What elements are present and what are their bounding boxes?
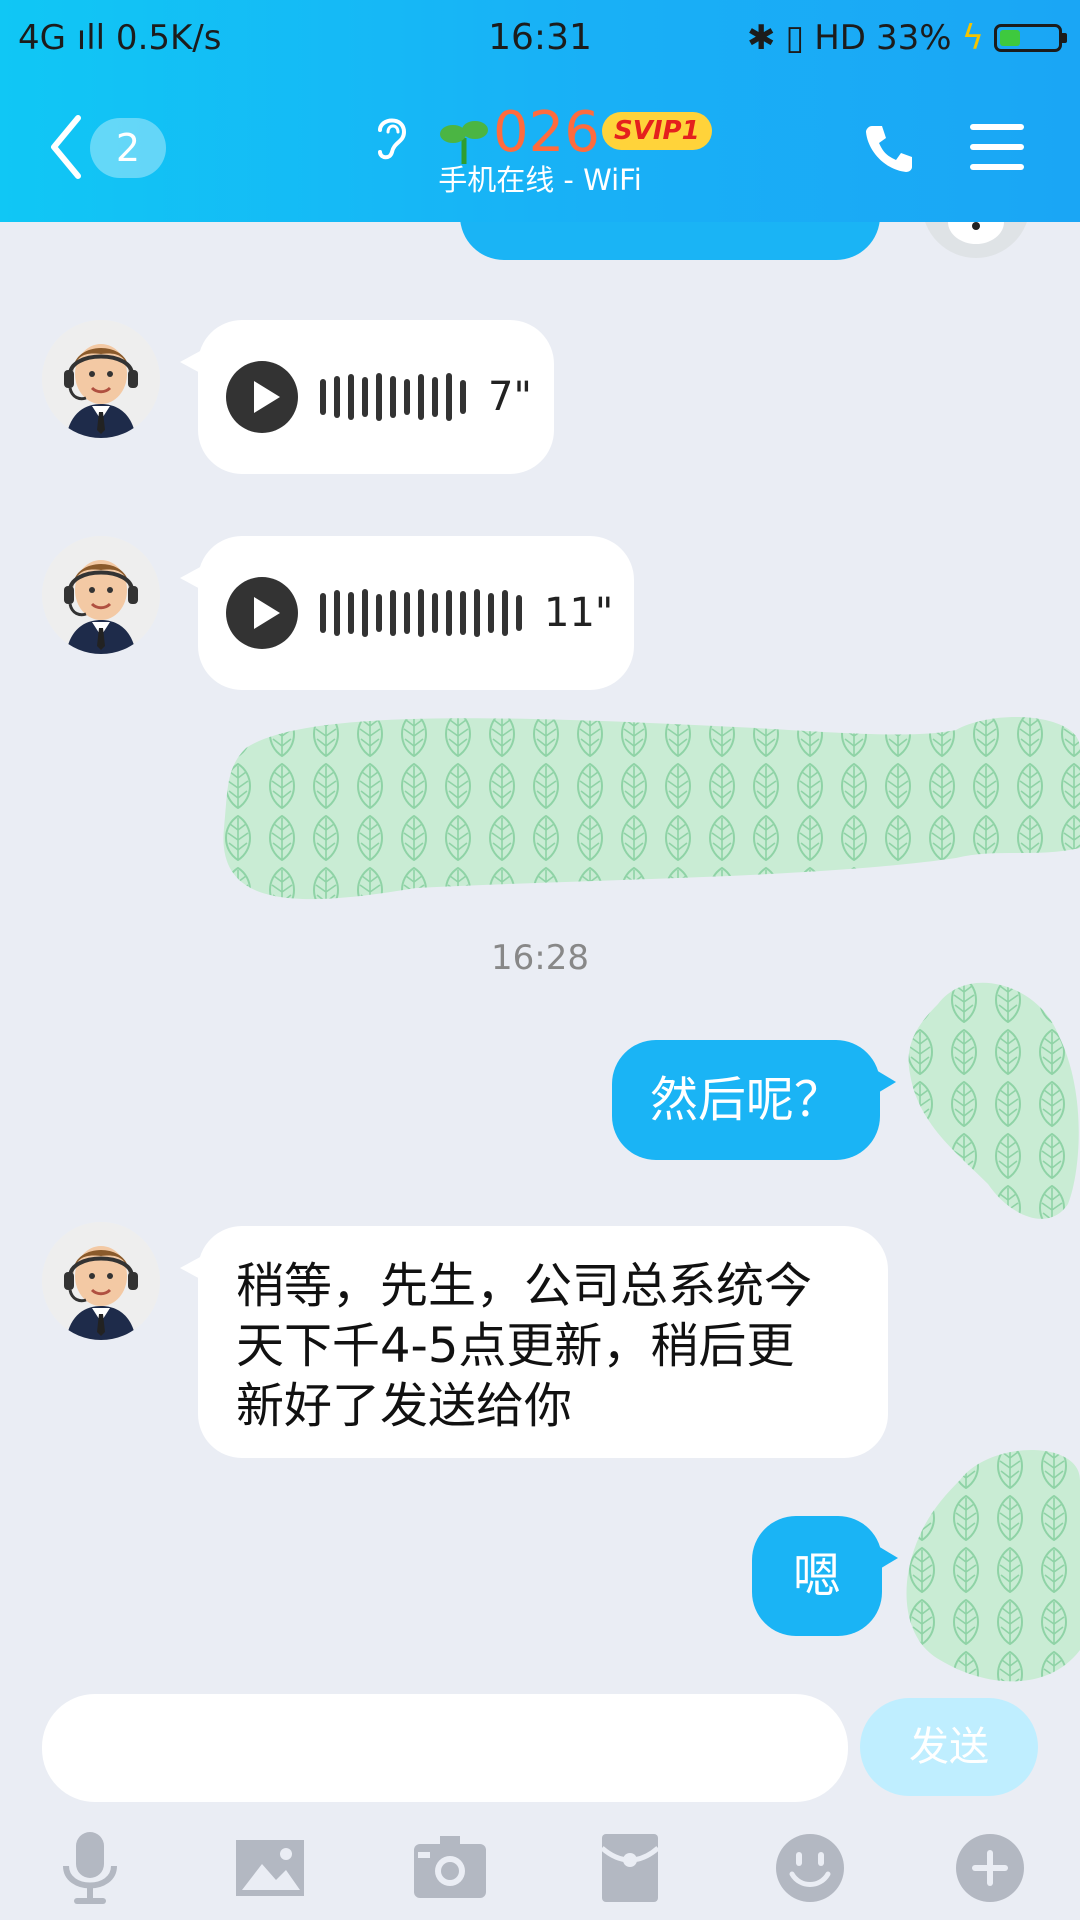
- message-line: 天下千4-5点更新，稍后更: [236, 1318, 795, 1374]
- redacted-avatar: [908, 982, 1079, 1219]
- agent-avatar[interactable]: [42, 536, 160, 654]
- image-icon[interactable]: [230, 1828, 310, 1908]
- agent-avatar[interactable]: [42, 1222, 160, 1340]
- message-timestamp: 16:28: [491, 938, 589, 978]
- redacted-message: [223, 717, 1080, 900]
- plus-icon[interactable]: [950, 1828, 1030, 1908]
- emoji-icon[interactable]: [770, 1828, 850, 1908]
- hd-label: HD: [814, 18, 866, 58]
- outgoing-message[interactable]: 然后呢？: [612, 1040, 896, 1160]
- microphone-icon[interactable]: [50, 1828, 130, 1908]
- incoming-message[interactable]: 稍等，先生，公司总系统今 天下千4-5点更新，稍后更 新好了发送给你: [180, 1226, 888, 1458]
- camera-icon[interactable]: [410, 1828, 490, 1908]
- charging-icon: ϟ: [961, 18, 984, 58]
- outgoing-message[interactable]: 嗯: [752, 1516, 898, 1636]
- voice-message[interactable]: 11": [180, 536, 634, 690]
- outgoing-message-partial[interactable]: [460, 222, 880, 260]
- svip-badge: SVIP1: [602, 112, 712, 150]
- ear-icon[interactable]: [370, 112, 410, 162]
- voice-duration: 7": [488, 374, 532, 420]
- chat-header: 4G ıll 0.5K/s 16:31 ✱ ▯ HD 33% ϟ 2 026 S…: [0, 0, 1080, 222]
- play-icon[interactable]: [226, 361, 298, 433]
- bluetooth-icon: ✱: [747, 18, 776, 58]
- message-line: 稍等，先生，公司总系统今: [236, 1258, 813, 1314]
- battery-icon: [994, 24, 1067, 52]
- status-bar-right: ✱ ▯ HD 33% ϟ: [747, 14, 1067, 62]
- chat-history[interactable]: 7" 11" 16:28 然后呢？ 稍等，先生，公司总系统今 天下千4-5点更新…: [0, 222, 1080, 1690]
- waveform-icon: [320, 373, 466, 421]
- redacted-avatar: [906, 1450, 1080, 1682]
- battery-percent: 33%: [875, 18, 952, 58]
- contact-name[interactable]: 026: [493, 98, 600, 168]
- menu-icon[interactable]: [970, 122, 1024, 172]
- my-avatar[interactable]: [922, 222, 1030, 258]
- send-button[interactable]: 发送: [860, 1698, 1038, 1796]
- voice-message[interactable]: 7": [180, 320, 554, 474]
- input-bar: 发送: [0, 1690, 1080, 1802]
- message-input[interactable]: [42, 1694, 848, 1802]
- play-icon[interactable]: [226, 577, 298, 649]
- sprout-icon: [440, 121, 488, 164]
- voice-duration: 11": [544, 590, 614, 636]
- agent-avatar[interactable]: [42, 320, 160, 438]
- presence-status: 手机在线 - WiFi: [438, 163, 642, 197]
- message-line: 新好了发送给你: [236, 1378, 573, 1434]
- red-packet-icon[interactable]: [590, 1828, 670, 1908]
- input-toolbar: [0, 1820, 1080, 1920]
- waveform-icon: [320, 589, 522, 637]
- phone-icon[interactable]: [862, 120, 918, 176]
- vibrate-icon: ▯: [785, 18, 805, 58]
